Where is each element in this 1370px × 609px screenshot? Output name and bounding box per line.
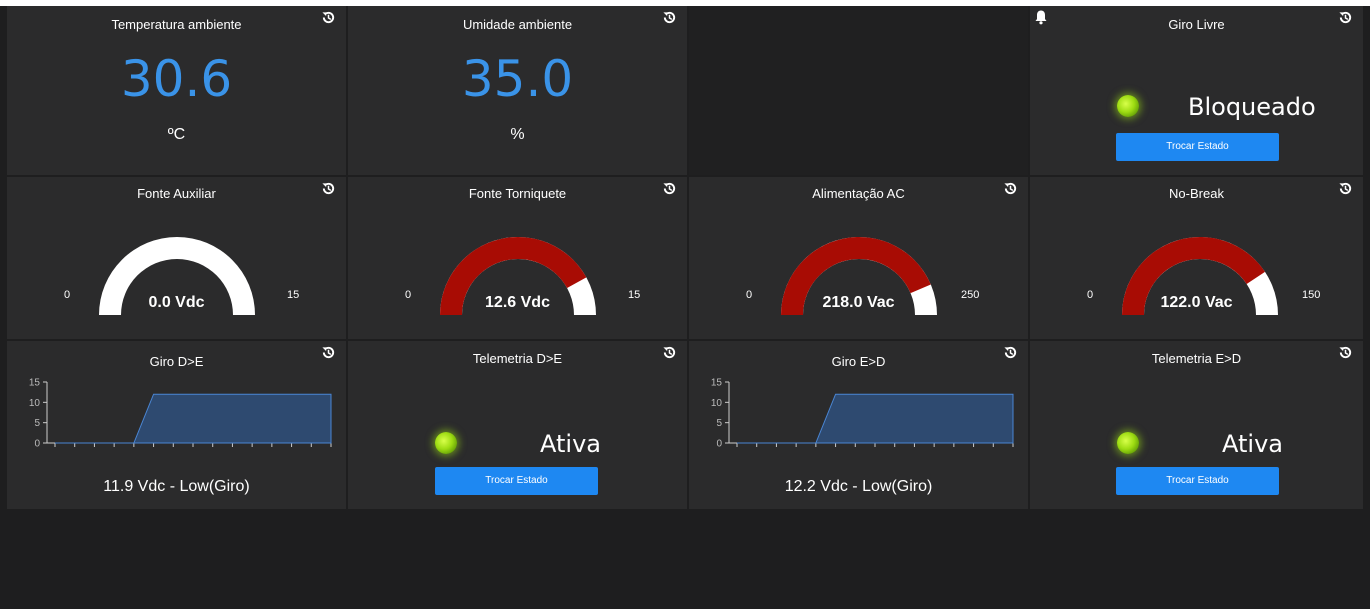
tile-no-break: No-Break 0 150 122.0 Vac: [1030, 177, 1363, 339]
status-led: [1117, 95, 1139, 117]
tile-title: Temperatura ambiente: [111, 17, 242, 32]
tile-title: Giro Livre: [1168, 17, 1225, 32]
y-tick-label: 15: [711, 378, 723, 389]
status-led: [435, 432, 457, 454]
y-tick-label: 10: [29, 398, 41, 409]
humidity-value: 35.0: [461, 50, 574, 108]
gauge: [781, 237, 937, 315]
trocar-estado-button[interactable]: Trocar Estado: [1116, 467, 1279, 495]
history-icon[interactable]: [321, 10, 336, 25]
tile-fonte-auxiliar: Fonte Auxiliar 0 15 0.0 Vdc: [7, 177, 346, 339]
gauge: [1122, 237, 1278, 315]
telemetria-de-state: Ativa: [540, 430, 601, 458]
empty-tile: [689, 6, 1028, 175]
gauge-value: 0.0 Vdc: [148, 294, 205, 311]
dashboard-grid: Temperatura ambiente 30.6 ºC Umidade amb…: [7, 6, 1363, 509]
tile-temperatura: Temperatura ambiente 30.6 ºC: [7, 6, 346, 175]
chart-area: [737, 393, 1014, 444]
gauge: [440, 237, 596, 315]
trocar-estado-button[interactable]: Trocar Estado: [1116, 133, 1279, 161]
giro-de-label: 11.9 Vdc - Low(Giro): [103, 478, 250, 495]
trocar-estado-button[interactable]: Trocar Estado: [435, 467, 598, 495]
tile-alimentacao-ac: Alimentação AC 0 250 218.0 Vac: [689, 177, 1028, 339]
giro-ed-chart: 0 5 10 15: [711, 378, 1014, 449]
history-icon[interactable]: [321, 345, 336, 360]
chart-area: [55, 393, 332, 444]
history-icon[interactable]: [1003, 345, 1018, 360]
y-tick-label: 10: [711, 398, 723, 409]
y-tick-label: 5: [716, 418, 722, 429]
gauge-value: 122.0 Vac: [1160, 294, 1233, 311]
history-icon[interactable]: [662, 345, 677, 360]
gauge-value: 12.6 Vdc: [485, 294, 550, 311]
status-led: [1117, 432, 1139, 454]
giro-livre-state: Bloqueado: [1188, 93, 1316, 121]
tile-title: Telemetria E>D: [1151, 351, 1242, 366]
tile-title: Telemetria D>E: [472, 351, 563, 366]
tile-telemetria-ed: Telemetria E>D Ativa Trocar Estado: [1030, 341, 1363, 509]
y-tick-label: 5: [34, 418, 40, 429]
history-icon[interactable]: [662, 10, 677, 25]
tile-umidade: Umidade ambiente 35.0 %: [348, 6, 687, 175]
humidity-unit: %: [510, 126, 525, 143]
y-tick-label: 0: [716, 439, 722, 449]
history-icon[interactable]: [1338, 345, 1353, 360]
y-tick-label: 15: [29, 378, 41, 389]
giro-de-chart: 0 5 10 15: [29, 378, 332, 449]
tile-title: Umidade ambiente: [462, 17, 573, 32]
temperature-unit: ºC: [167, 126, 186, 143]
tile-title: Giro E>D: [831, 354, 886, 369]
tile-giro-ed: Giro E>D 0 5 10 15 12.2 Vdc - Low(Giro): [689, 341, 1028, 509]
tile-giro-de: Giro D>E 0 5 10 15 11.9 Vdc - Low(Giro): [7, 341, 346, 509]
giro-ed-label: 12.2 Vdc - Low(Giro): [784, 478, 933, 495]
tile-telemetria-de: Telemetria D>E Ativa Trocar Estado: [348, 341, 687, 509]
tile-title: Giro D>E: [149, 354, 204, 369]
tile-giro-livre: Giro Livre Bloqueado Trocar Estado: [1030, 6, 1363, 175]
gauge: [99, 237, 255, 315]
history-icon[interactable]: [1338, 10, 1353, 25]
y-tick-label: 0: [34, 439, 40, 449]
telemetria-ed-state: Ativa: [1222, 430, 1283, 458]
temperature-value: 30.6: [120, 50, 233, 108]
gauge-value: 218.0 Vac: [822, 294, 895, 311]
tile-fonte-torniquete: Fonte Torniquete 0 15 12.6 Vdc: [348, 177, 687, 339]
